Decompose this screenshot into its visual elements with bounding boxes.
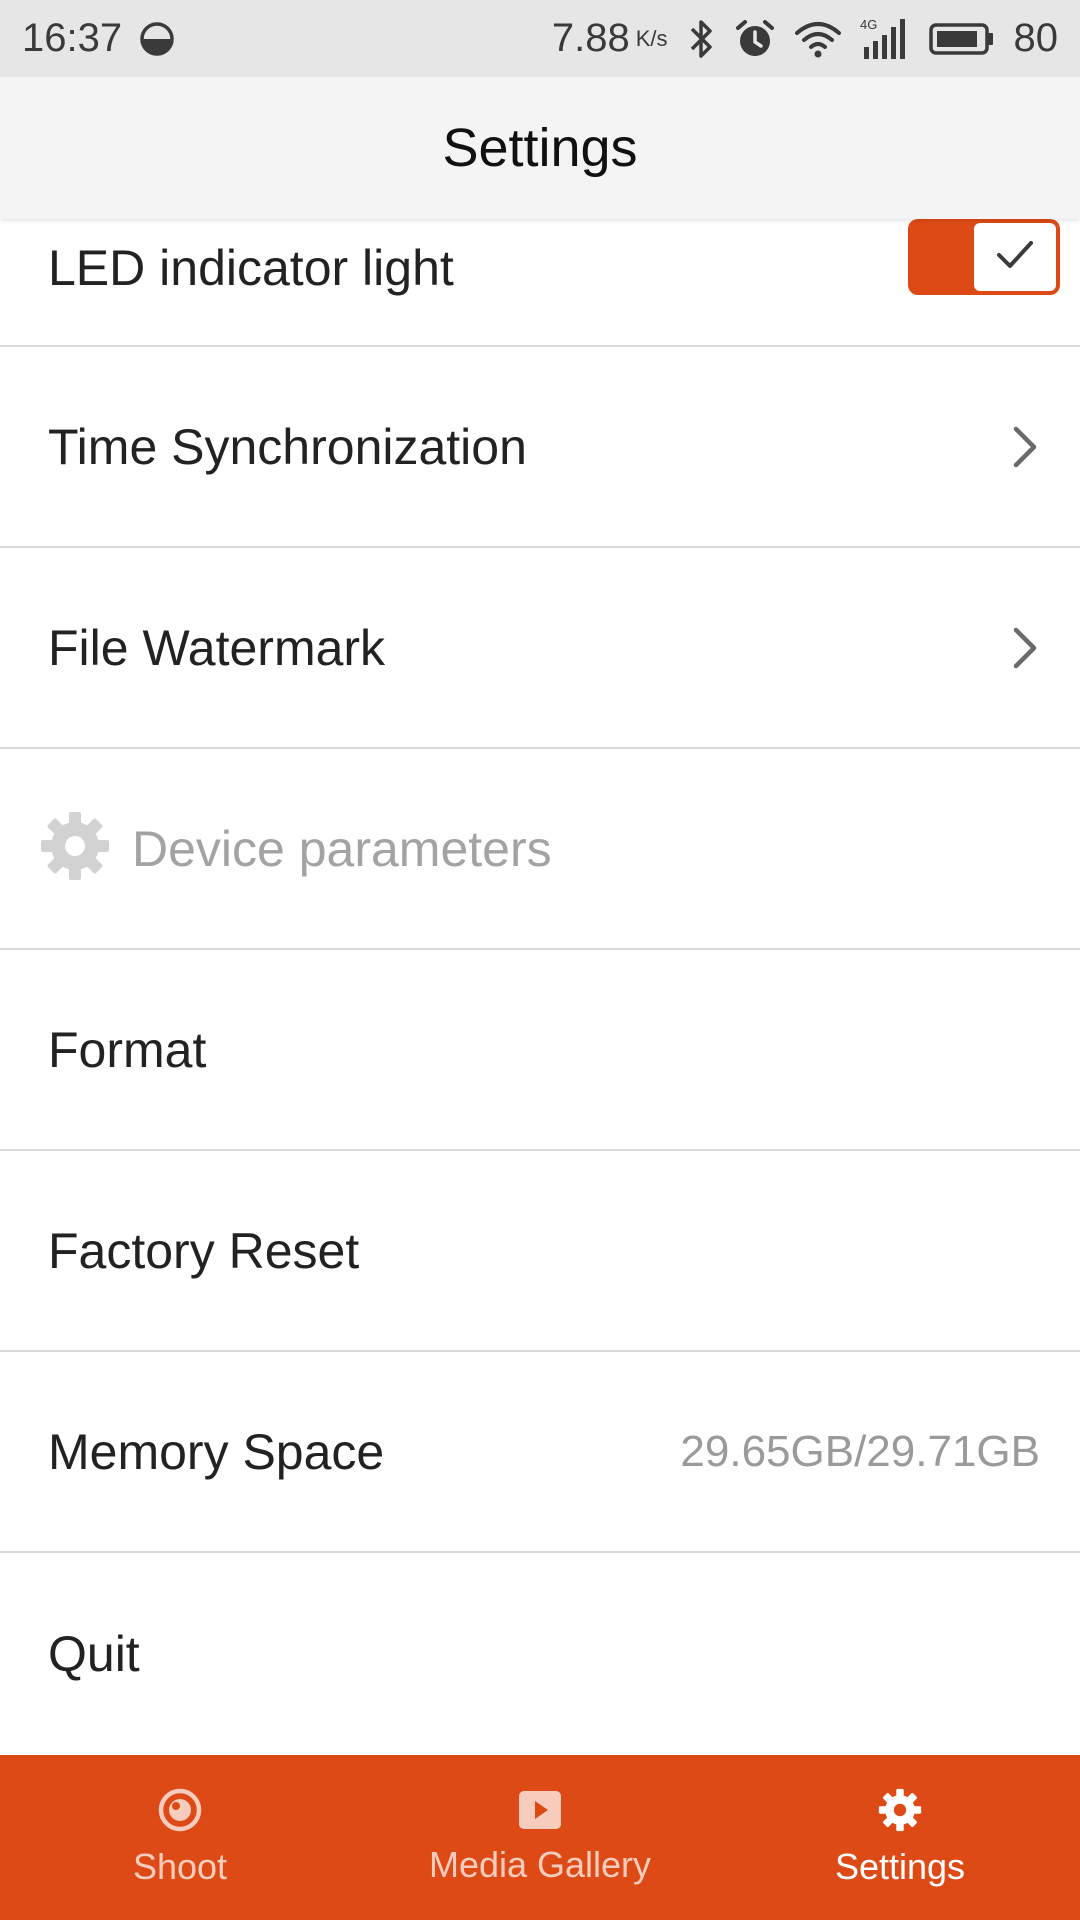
gear-icon (38, 809, 112, 888)
chevron-right-icon (1010, 423, 1040, 471)
nav-media-gallery[interactable]: Media Gallery (360, 1755, 720, 1920)
alarm-icon (734, 18, 776, 60)
gear-icon (877, 1787, 923, 1838)
network-speed: 7.88 K/s (552, 16, 668, 61)
led-indicator-label: LED indicator light (48, 240, 454, 296)
chevron-right-icon (1010, 624, 1040, 672)
memory-space-label: Memory Space (48, 1423, 385, 1480)
format-label: Format (48, 1021, 207, 1078)
bottom-nav: Shoot Media Gallery Settings (0, 1755, 1080, 1920)
play-icon (517, 1789, 563, 1836)
bluetooth-icon (686, 18, 716, 60)
memory-space-row: Memory Space 29.65GB/29.71GB (0, 1352, 1080, 1553)
camera-lens-icon (157, 1787, 203, 1838)
signal-icon: 4G (860, 17, 910, 61)
format-row[interactable]: Format (0, 950, 1080, 1151)
settings-list[interactable]: LED indicator light Time Synchronization… (0, 219, 1080, 1755)
network-speed-unit: K/s (635, 25, 668, 51)
network-speed-value: 7.88 (551, 16, 630, 60)
device-parameters-label: Device parameters (132, 820, 552, 877)
battery-level: 80 (1013, 16, 1059, 60)
file-watermark-label: File Watermark (48, 619, 386, 676)
led-indicator-row[interactable]: LED indicator light (0, 219, 1080, 347)
nav-media-gallery-label: Media Gallery (428, 1844, 652, 1885)
quit-label: Quit (48, 1626, 140, 1682)
title-bar: Settings (0, 77, 1080, 219)
factory-reset-row[interactable]: Factory Reset (0, 1151, 1080, 1352)
nav-settings-label: Settings (834, 1846, 966, 1887)
file-watermark-row[interactable]: File Watermark (0, 548, 1080, 749)
nav-shoot[interactable]: Shoot (0, 1755, 360, 1920)
nav-shoot-label: Shoot (132, 1846, 228, 1887)
network-type-text: 4G (860, 17, 877, 32)
time-sync-row[interactable]: Time Synchronization (0, 347, 1080, 548)
toggle-knob (974, 223, 1056, 291)
page-title: Settings (442, 118, 638, 178)
factory-reset-label: Factory Reset (48, 1222, 360, 1279)
nav-settings[interactable]: Settings (720, 1755, 1080, 1920)
device-parameters-header: Device parameters (0, 749, 1080, 950)
status-bar: 16:37 7.88 K/s 4G 80 (0, 0, 1080, 77)
memory-space-value: 29.65GB/29.71GB (680, 1426, 1040, 1476)
status-left: 16:37 (22, 16, 176, 61)
status-time: 16:37 (22, 16, 123, 60)
status-right: 7.88 K/s 4G 80 (552, 16, 1058, 61)
led-indicator-toggle[interactable] (908, 219, 1060, 295)
time-sync-label: Time Synchronization (48, 418, 527, 475)
battery-icon (928, 21, 996, 57)
half-moon-icon (138, 20, 176, 58)
quit-row[interactable]: Quit (0, 1553, 1080, 1755)
checkmark-icon (993, 237, 1037, 278)
wifi-icon (794, 19, 842, 59)
